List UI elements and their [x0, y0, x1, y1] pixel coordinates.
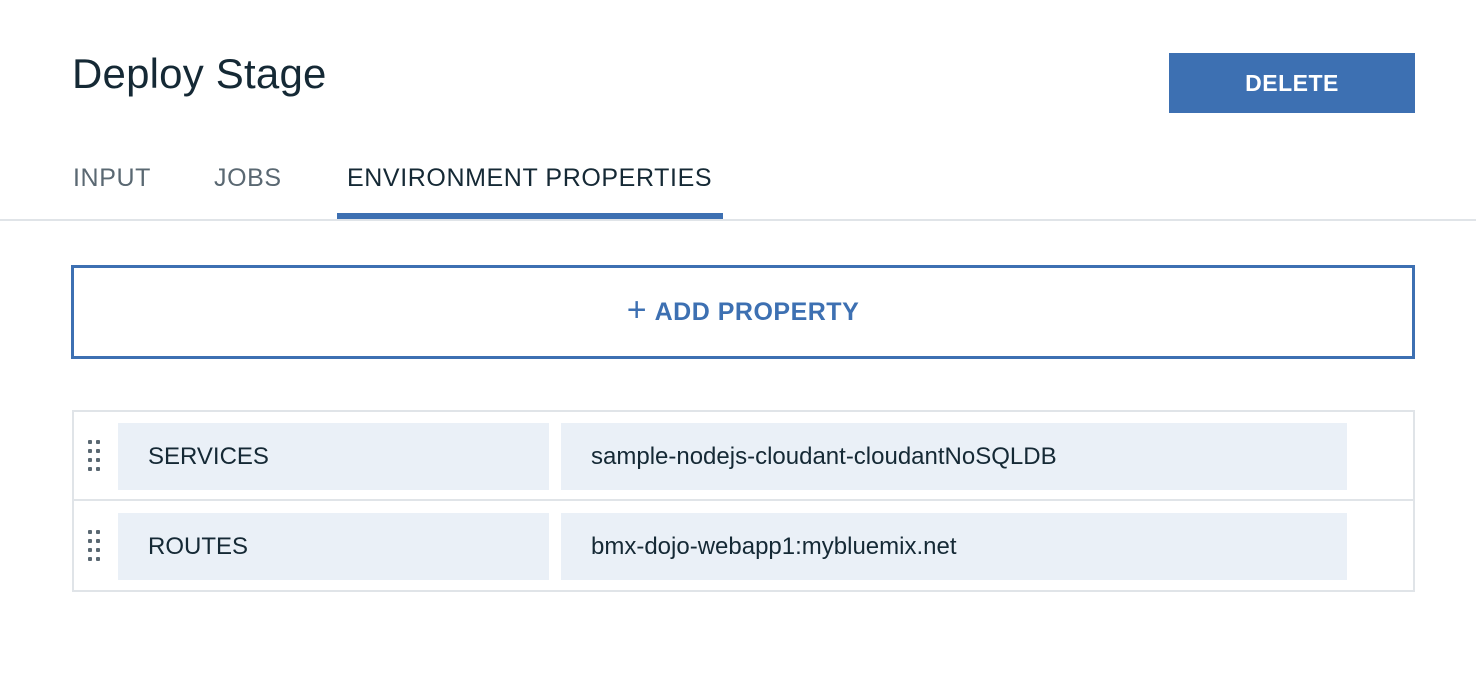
tab-environment-properties[interactable]: ENVIRONMENT PROPERTIES [347, 164, 712, 193]
plus-icon: + [626, 291, 647, 329]
environment-properties-table: SERVICES sample-nodejs-cloudant-cloudant… [72, 410, 1415, 592]
property-value-field[interactable]: bmx-dojo-webapp1:mybluemix.net [561, 513, 1347, 580]
page-title: Deploy Stage [72, 50, 327, 97]
deploy-stage-page: Deploy Stage DELETE INPUT JOBS ENVIRONME… [0, 0, 1476, 694]
drag-handle-icon[interactable] [86, 438, 102, 476]
property-row: SERVICES sample-nodejs-cloudant-cloudant… [74, 412, 1413, 501]
property-name-field[interactable]: SERVICES [118, 423, 549, 490]
add-property-button[interactable]: + ADD PROPERTY [71, 265, 1415, 359]
active-tab-indicator [337, 213, 723, 219]
drag-handle-icon[interactable] [86, 528, 102, 566]
property-name-field[interactable]: ROUTES [118, 513, 549, 580]
add-property-label: ADD PROPERTY [654, 297, 860, 326]
tab-jobs[interactable]: JOBS [214, 164, 282, 193]
tab-bar: INPUT JOBS ENVIRONMENT PROPERTIES [0, 150, 1476, 221]
tab-input[interactable]: INPUT [73, 164, 151, 193]
property-row: ROUTES bmx-dojo-webapp1:mybluemix.net [74, 502, 1413, 591]
delete-button[interactable]: DELETE [1169, 53, 1415, 113]
property-value-field[interactable]: sample-nodejs-cloudant-cloudantNoSQLDB [561, 423, 1347, 490]
